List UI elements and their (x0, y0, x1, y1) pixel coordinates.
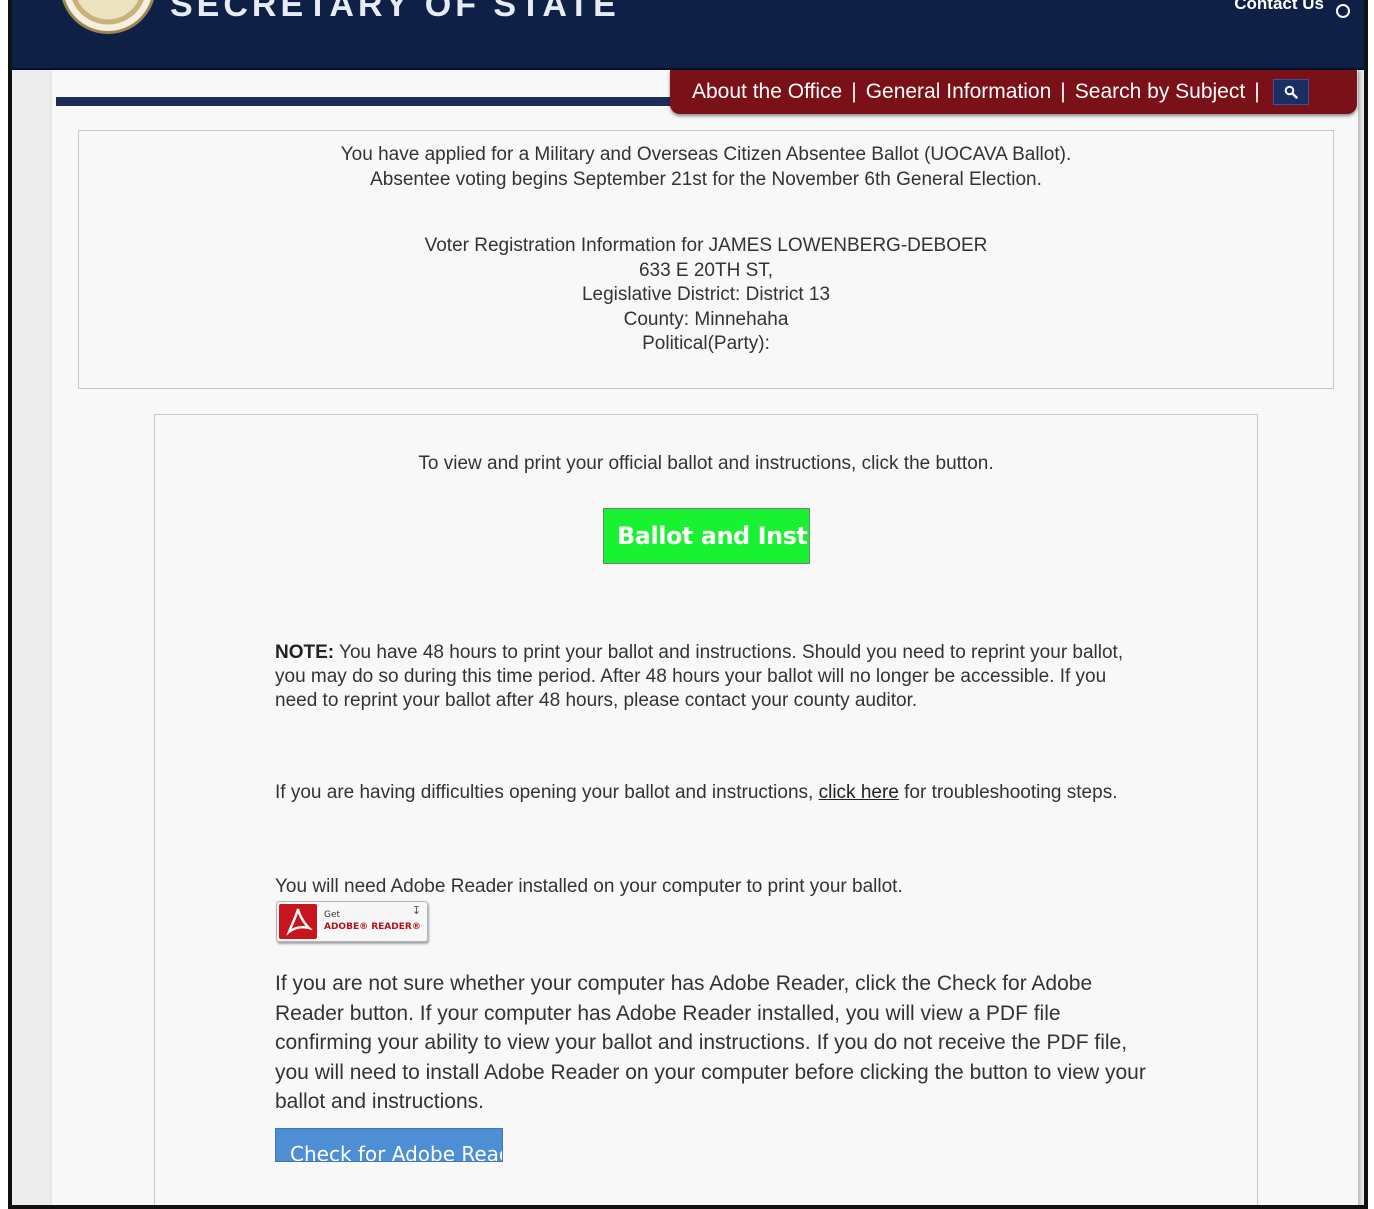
ballot-and-instructions-button[interactable]: Ballot and Instructions (603, 508, 810, 564)
voter-info-box: You have applied for a Military and Over… (78, 130, 1334, 389)
contact-us-link[interactable]: Contact Us (1234, 0, 1324, 14)
site-header: SECRETARY OF STATE Contact Us (12, 0, 1364, 70)
voter-party: Political(Party): (642, 333, 770, 354)
view-print-instruction: To view and print your official ballot a… (418, 453, 994, 474)
voter-heading: Voter Registration Information for JAMES… (424, 235, 988, 256)
nav-separator: | (1254, 80, 1260, 103)
applied-line-2: Absentee voting begins September 21st fo… (370, 168, 1042, 190)
nav-search-by-subject[interactable]: Search by Subject (1075, 80, 1245, 104)
site-title[interactable]: SECRETARY OF STATE (170, 0, 620, 25)
note-text: You have 48 hours to print your ballot a… (275, 642, 1124, 711)
state-seal-logo[interactable] (60, 0, 156, 34)
voter-district: Legislative District: District 13 (581, 284, 831, 305)
adobe-badge-get-text: Get (324, 910, 341, 920)
click-here-link[interactable]: click here (819, 782, 899, 803)
adobe-badge-reader-text: ADOBE® READER® (324, 922, 421, 932)
applied-line-1: You have applied for a Military and Over… (340, 144, 1072, 165)
browser-viewport: SECRETARY OF STATE Contact Us About the … (8, 0, 1368, 1209)
adobe-swirl-icon (286, 908, 313, 936)
nav-search-button[interactable] (1272, 79, 1309, 105)
ballot-panel: To view and print your official ballot a… (154, 414, 1258, 1205)
troubleshooting-text-after: for troubleshooting steps. (898, 782, 1118, 803)
adobe-reader-requirement: You will need Adobe Reader installed on … (275, 876, 903, 897)
troubleshooting-paragraph: If you are having difficulties opening y… (275, 781, 1145, 805)
nav-general-information[interactable]: General Information (866, 80, 1052, 104)
note-label: NOTE: (275, 642, 335, 663)
download-arrow-icon: ↧ (411, 905, 421, 917)
voter-address: 633 E 20TH ST, (638, 259, 774, 281)
header-accent-bar (56, 97, 696, 106)
contact-search-icon[interactable] (1336, 4, 1350, 18)
troubleshooting-text-before: If you are having difficulties opening y… (275, 782, 819, 803)
nav-separator: | (1060, 80, 1066, 103)
nav-separator: | (851, 80, 857, 103)
get-adobe-reader-badge[interactable]: Get ADOBE® READER® ↧ (276, 901, 428, 942)
main-nav: About the Office | General Information |… (670, 70, 1357, 114)
check-for-adobe-reader-button[interactable]: Check for Adobe Reader (275, 1128, 503, 1162)
voter-county: County: Minnehaha (623, 308, 789, 330)
nav-about-the-office[interactable]: About the Office (692, 80, 842, 104)
adobe-check-paragraph: If you are not sure whether your compute… (275, 972, 1146, 1113)
adobe-pdf-icon (279, 904, 317, 939)
application-notice: You have applied for a Military and Over… (79, 131, 1333, 192)
voter-registration-info: Voter Registration Information for JAMES… (79, 192, 1333, 357)
note-paragraph: NOTE: You have 48 hours to print your ba… (275, 641, 1145, 713)
search-icon (1284, 85, 1298, 99)
